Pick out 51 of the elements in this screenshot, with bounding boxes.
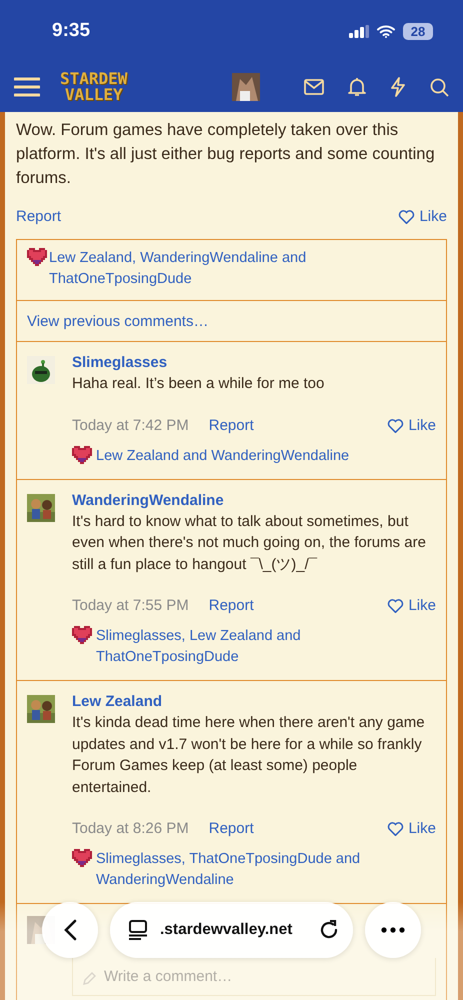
view-previous-link[interactable]: View previous comments… bbox=[17, 301, 446, 342]
signal-icon bbox=[349, 24, 369, 38]
reactions-link[interactable]: Lew Zealand and WanderingWendaline bbox=[96, 446, 350, 466]
reactions-link[interactable]: Slimeglasses, ThatOneTposingDude and WanderingWendaline bbox=[96, 849, 436, 891]
heart-icon bbox=[387, 418, 404, 432]
like-button[interactable]: Like bbox=[387, 597, 436, 614]
back-button[interactable] bbox=[42, 902, 98, 958]
reload-icon[interactable] bbox=[319, 920, 339, 940]
logo[interactable]: STARDEW VALLEY bbox=[60, 71, 128, 103]
comment-author[interactable]: Lew Zealand bbox=[72, 693, 436, 710]
report-link[interactable]: Report bbox=[208, 820, 254, 837]
heart-icon bbox=[72, 849, 92, 867]
report-link[interactable]: Report bbox=[208, 597, 254, 614]
heart-icon bbox=[27, 248, 47, 266]
heart-icon bbox=[72, 626, 92, 644]
comment-time: Today at 8:26 PM bbox=[72, 820, 189, 837]
lightning-icon[interactable] bbox=[390, 77, 406, 97]
status-time: 9:35 bbox=[52, 20, 90, 42]
report-link[interactable]: Report bbox=[208, 416, 254, 434]
url-text: .stardewvalley.net bbox=[160, 921, 294, 939]
battery-level: 28 bbox=[403, 22, 433, 40]
bell-icon[interactable] bbox=[348, 77, 366, 97]
like-button[interactable]: Like bbox=[387, 416, 436, 434]
wifi-icon bbox=[377, 24, 395, 38]
reactions-link[interactable]: Lew Zealand, WanderingWendaline and ThatOneTposingDude bbox=[49, 248, 436, 290]
user-avatar[interactable] bbox=[232, 73, 260, 101]
comment-field[interactable]: Write a comment… bbox=[72, 958, 436, 996]
post-text: Wow. Forum games have completely taken over this platform. It's all just either bug reports and some counting forums. bbox=[16, 120, 436, 189]
heart-icon bbox=[398, 209, 416, 224]
heart-icon bbox=[387, 821, 404, 836]
comment-text: It's hard to know what to talk about sometimes, but even when there's not much going on, the forums are still a fun place to hangout ¯\_(ツ)_/¯ bbox=[72, 512, 427, 574]
menu-icon[interactable] bbox=[14, 77, 40, 97]
report-link[interactable]: Report bbox=[16, 208, 62, 225]
like-button[interactable]: Like bbox=[387, 820, 436, 837]
more-button[interactable] bbox=[365, 902, 421, 958]
more-icon bbox=[381, 927, 405, 933]
heart-icon bbox=[387, 598, 404, 613]
address-bar[interactable]: .stardewvalley.net bbox=[110, 902, 353, 958]
comment-text: Haha real. It’s been a while for me too bbox=[72, 374, 326, 394]
reactions-link[interactable]: Slimeglasses, Lew Zealand and ThatOneTposingDude bbox=[96, 626, 436, 668]
comment-author[interactable]: WanderingWendaline bbox=[72, 492, 436, 508]
back-icon bbox=[63, 919, 77, 941]
tabs-icon[interactable] bbox=[128, 920, 148, 940]
heart-icon bbox=[72, 446, 92, 464]
comment-author[interactable]: Slimeglasses bbox=[72, 354, 436, 371]
comment-text: It's kinda dead time here when there aren't any game updates and v1.7 won't be here for a while so frankly Forum Games keep (at least some) people entertained. bbox=[72, 713, 426, 798]
search-icon[interactable] bbox=[430, 78, 449, 96]
like-button[interactable]: Like bbox=[398, 208, 447, 225]
comment-time: Today at 7:55 PM bbox=[72, 597, 189, 614]
comment-time: Today at 7:42 PM bbox=[72, 416, 189, 434]
mail-icon[interactable] bbox=[304, 79, 324, 95]
